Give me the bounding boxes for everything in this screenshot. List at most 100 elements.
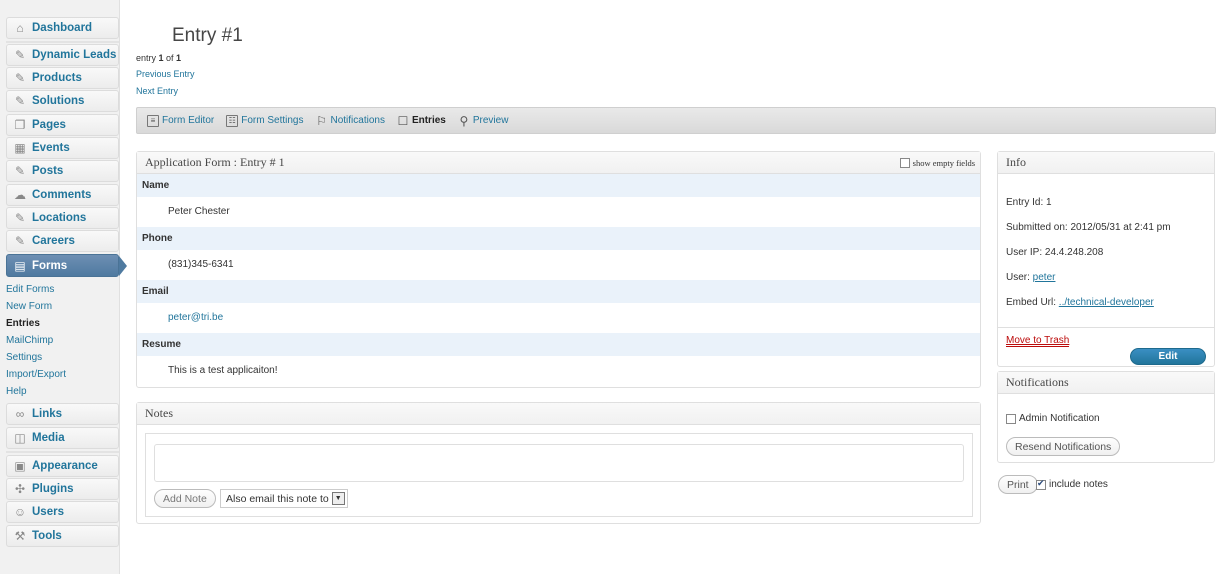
users-icon: ☺ xyxy=(13,505,27,519)
submenu-entries[interactable]: Entries xyxy=(6,315,119,332)
form-toolbar: ≡ Form Editor ☷ Form Settings ⚐ Notifica… xyxy=(136,107,1216,134)
notes-panel: Add Note Also email this note to ▼ xyxy=(145,433,973,517)
admin-notification-option[interactable]: Admin Notification xyxy=(1006,413,1100,424)
next-entry-link[interactable]: Next Entry xyxy=(136,86,178,96)
edit-button[interactable]: Edit xyxy=(1130,348,1206,365)
menu-media[interactable]: ◫ Media xyxy=(6,427,119,449)
field-label-resume: Resume xyxy=(137,333,980,356)
info-box-title: Info xyxy=(998,152,1214,174)
email-note-select[interactable]: Also email this note to ▼ xyxy=(220,489,348,508)
menu-forms[interactable]: ▤ Forms xyxy=(6,254,127,277)
pin-icon: ✎ xyxy=(14,164,26,178)
menu-label: Media xyxy=(32,432,65,444)
field-value-name: Peter Chester xyxy=(168,206,230,217)
field-label-name: Name xyxy=(137,174,980,197)
include-notes-option[interactable]: include notes xyxy=(1036,478,1108,490)
link-icon: ∞ xyxy=(15,407,25,421)
menu-products[interactable]: ✎ Products xyxy=(6,67,119,89)
plugin-icon: ✣ xyxy=(14,482,26,496)
print-button[interactable]: Print xyxy=(998,475,1038,494)
menu-pages[interactable]: ❐ Pages xyxy=(6,114,119,136)
notifications-title: Notifications xyxy=(1006,375,1069,389)
menu-label: Users xyxy=(32,506,64,518)
admin-notification-checkbox[interactable] xyxy=(1006,413,1016,424)
notes-title: Notes xyxy=(145,406,173,420)
info-divider xyxy=(998,327,1214,328)
menu-plugins[interactable]: ✣ Plugins xyxy=(6,478,119,500)
menu-label: Careers xyxy=(32,235,75,247)
menu-solutions[interactable]: ✎ Solutions xyxy=(6,90,119,112)
show-empty-fields-toggle[interactable]: show empty fields xyxy=(899,158,975,168)
menu-tools[interactable]: ⚒ Tools xyxy=(6,525,119,547)
submenu-edit-forms[interactable]: Edit Forms xyxy=(6,281,119,298)
entry-total: 1 xyxy=(176,53,182,63)
submitted-on: Submitted on: 2012/05/31 at 2:41 pm xyxy=(1006,222,1171,233)
menu-dashboard[interactable]: ⌂ Dashboard xyxy=(6,17,119,39)
field-value-resume: This is a test applicaiton! xyxy=(168,365,278,376)
menu-locations[interactable]: ✎ Locations xyxy=(6,207,119,229)
submenu-settings[interactable]: Settings xyxy=(6,349,119,366)
toolbar-label: Form Settings xyxy=(241,115,304,126)
menu-separator xyxy=(6,451,119,453)
menu-label: Comments xyxy=(32,189,92,201)
resend-notifications-button[interactable]: Resend Notifications xyxy=(1006,437,1121,456)
menu-appearance[interactable]: ▣ Appearance xyxy=(6,455,119,477)
toolbar-label: Preview xyxy=(472,115,509,126)
field-value-email-link[interactable]: peter@tri.be xyxy=(137,303,980,333)
menu-users[interactable]: ☺ Users xyxy=(6,501,119,523)
menu-links[interactable]: ∞ Links xyxy=(6,403,119,425)
add-note-button[interactable]: Add Note xyxy=(154,489,216,508)
toolbar-entries[interactable]: ☐ Entries xyxy=(397,114,446,128)
menu-label: Locations xyxy=(32,212,87,224)
notes-box-title: Notes xyxy=(137,403,980,425)
submenu-mailchimp[interactable]: MailChimp xyxy=(6,332,119,349)
field-label-email: Email xyxy=(137,280,980,303)
appearance-icon: ▣ xyxy=(14,459,26,473)
menu-label: Products xyxy=(32,72,82,84)
menu-dynamic-leads[interactable]: ✎ Dynamic Leads xyxy=(6,44,119,66)
pin-icon: ✎ xyxy=(14,94,26,108)
user-row: User: peter xyxy=(1006,272,1055,283)
admin-notification-label: Admin Notification xyxy=(1019,413,1100,424)
toolbar-label: Notifications xyxy=(330,115,385,126)
note-textarea[interactable] xyxy=(154,444,964,482)
notes-box: Notes Add Note Also email this note to ▼ xyxy=(136,402,981,524)
toolbar-preview[interactable]: ⚲ Preview xyxy=(458,114,509,128)
menu-events[interactable]: ▦ Events xyxy=(6,137,119,159)
calendar-icon: ▦ xyxy=(14,141,26,155)
toolbar-notifications[interactable]: ⚐ Notifications xyxy=(315,113,385,128)
move-to-trash-link[interactable]: Move to Trash xyxy=(1006,335,1070,347)
entry-prefix: entry xyxy=(136,53,159,63)
notifications-box: Notifications Admin Notification Resend … xyxy=(997,371,1215,463)
embed-url-row: Embed Url: ../technical-developer xyxy=(1006,297,1154,308)
submenu-new-form[interactable]: New Form xyxy=(6,298,119,315)
entry-box-title: Application Form : Entry # 1 xyxy=(137,152,980,174)
dropdown-arrow-icon: ▼ xyxy=(331,492,345,505)
toolbar-form-settings[interactable]: ☷ Form Settings xyxy=(226,114,304,127)
show-empty-checkbox[interactable] xyxy=(899,158,910,168)
pin-icon: ✎ xyxy=(14,71,26,85)
form-editor-icon: ≡ xyxy=(147,114,159,127)
include-notes-checkbox[interactable] xyxy=(1036,478,1046,490)
previous-entry-link[interactable]: Previous Entry xyxy=(136,69,195,79)
submenu-import-export[interactable]: Import/Export xyxy=(6,366,119,383)
menu-comments[interactable]: ☁ Comments xyxy=(6,184,119,206)
entry-of: of xyxy=(163,53,177,63)
submenu-help[interactable]: Help xyxy=(6,383,119,400)
menu-label: Posts xyxy=(32,165,64,177)
notifications-icon: ⚐ xyxy=(316,113,327,128)
show-empty-label: show empty fields xyxy=(912,158,975,168)
pin-icon: ✎ xyxy=(14,48,26,62)
menu-label: Tools xyxy=(32,530,62,542)
menu-posts[interactable]: ✎ Posts xyxy=(6,160,119,182)
embed-url-link[interactable]: ../technical-developer xyxy=(1059,297,1154,308)
user-link[interactable]: peter xyxy=(1033,272,1056,283)
menu-label: Pages xyxy=(32,119,66,131)
comment-bubble-icon: ☁ xyxy=(14,188,26,202)
entry-title: Application Form : Entry # 1 xyxy=(145,155,285,169)
menu-label: Dynamic Leads xyxy=(32,49,117,61)
pin-icon: ✎ xyxy=(14,234,26,248)
menu-label: Appearance xyxy=(32,460,98,472)
toolbar-form-editor[interactable]: ≡ Form Editor xyxy=(147,114,214,127)
menu-careers[interactable]: ✎ Careers xyxy=(6,230,119,252)
